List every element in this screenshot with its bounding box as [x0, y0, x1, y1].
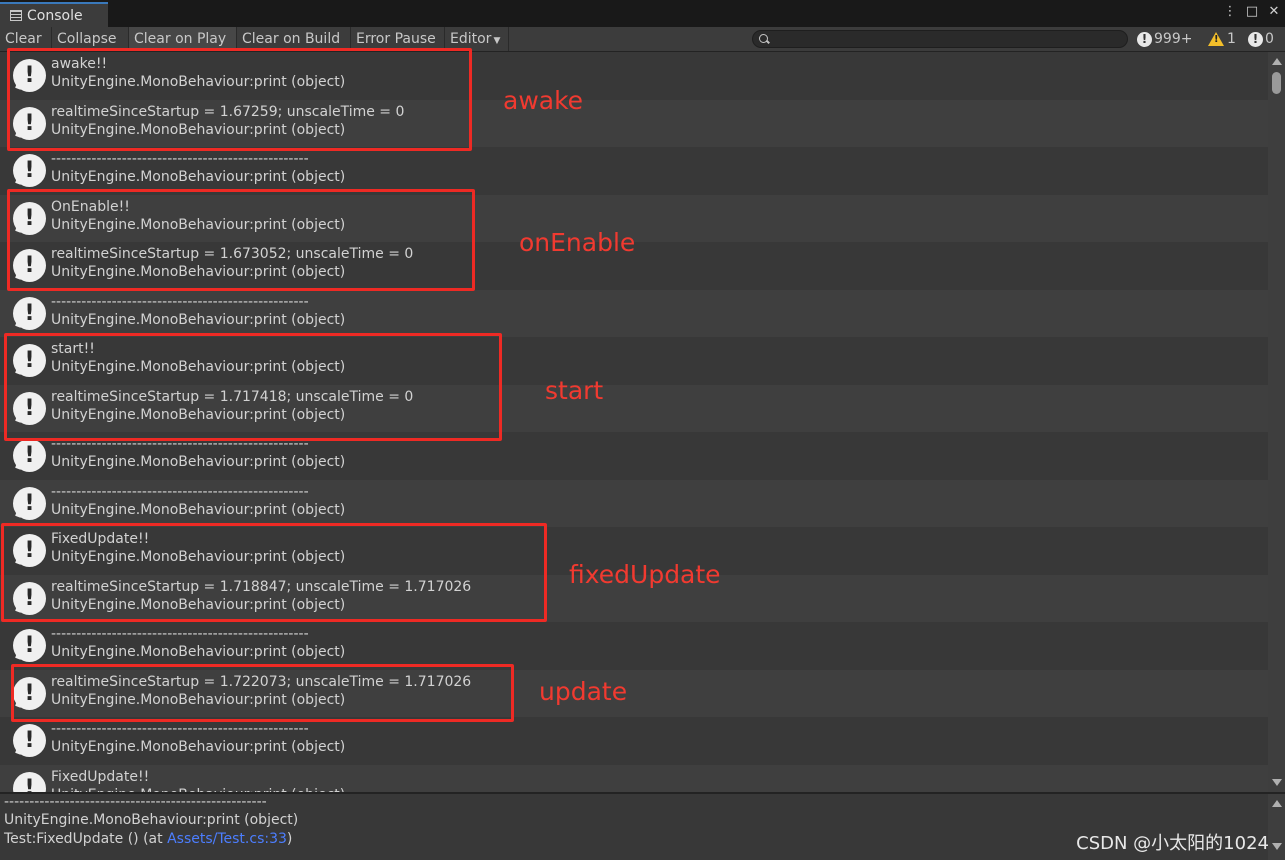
- detail-line-3-prefix: Test:FixedUpdate () (at: [4, 831, 168, 847]
- log-entry-source: UnityEngine.MonoBehaviour:print (object): [51, 501, 346, 518]
- info-count-toggle[interactable]: ! 999+: [1137, 27, 1192, 51]
- info-message-icon: !: [1137, 31, 1152, 47]
- log-entry-message: ----------------------------------------…: [51, 626, 309, 642]
- annotation-box-fixedupdate: [1, 523, 547, 622]
- info-message-icon: !: [13, 439, 46, 472]
- detail-line-1: ----------------------------------------…: [4, 794, 267, 810]
- log-entry[interactable]: ! ---------------------------------------…: [0, 289, 1268, 337]
- window-controls: ⋮ □ ✕: [1223, 4, 1281, 20]
- warning-icon: [1208, 32, 1224, 46]
- annotation-box-awake: [7, 48, 472, 151]
- close-icon[interactable]: ✕: [1267, 4, 1281, 20]
- info-message-icon: !: [13, 296, 46, 330]
- log-list-scrollbar[interactable]: [1268, 52, 1285, 792]
- scroll-up-icon[interactable]: [1272, 58, 1282, 65]
- annotation-label-onenable: onEnable: [519, 228, 636, 257]
- tab-console[interactable]: Console: [0, 2, 108, 27]
- error-icon: !: [1248, 31, 1263, 47]
- annotation-label-fixedupdate: fixedUpdate: [569, 560, 721, 589]
- info-message-icon: !: [13, 486, 46, 520]
- warning-count-toggle[interactable]: 1: [1208, 27, 1236, 51]
- detail-line-2: UnityEngine.MonoBehaviour:print (object): [4, 812, 299, 828]
- log-entry[interactable]: ! ---------------------------------------…: [0, 147, 1268, 195]
- info-message-icon: !: [13, 629, 46, 662]
- log-entry-source: UnityEngine.MonoBehaviour:print (object): [51, 739, 346, 755]
- info-message-icon: !: [13, 771, 46, 792]
- maximize-icon[interactable]: □: [1245, 4, 1259, 20]
- detail-scrollbar[interactable]: [1268, 794, 1285, 860]
- annotation-label-awake: awake: [503, 86, 584, 115]
- info-message-icon: !: [13, 724, 46, 757]
- tab-console-label: Console: [27, 7, 83, 24]
- scrollbar-thumb[interactable]: [1272, 72, 1281, 94]
- log-entry-message: ----------------------------------------…: [51, 721, 309, 737]
- search-icon: [759, 34, 768, 43]
- detail-line-3-suffix: ): [286, 831, 293, 847]
- annotation-box-start: [4, 333, 502, 441]
- error-count-toggle[interactable]: ! 0: [1248, 27, 1274, 51]
- log-entry-message: FixedUpdate!!: [51, 768, 150, 785]
- log-entry[interactable]: ! ---------------------------------------…: [0, 622, 1268, 670]
- log-entry-message: ----------------------------------------…: [51, 293, 309, 310]
- log-entry-message: ----------------------------------------…: [51, 151, 309, 167]
- log-entry-source: UnityEngine.MonoBehaviour:print (object): [51, 311, 346, 328]
- log-entry-message: ----------------------------------------…: [51, 483, 309, 500]
- warning-count: 1: [1227, 31, 1236, 47]
- source-file-link[interactable]: Assets/Test.cs:33: [167, 831, 287, 847]
- log-entry[interactable]: !FixedUpdate!!UnityEngine.MonoBehaviour:…: [0, 764, 1268, 792]
- watermark: CSDN @小太阳的1024: [1076, 833, 1269, 854]
- error-count: 0: [1265, 31, 1274, 47]
- annotation-box-onenable: [7, 189, 475, 291]
- console-icon: [10, 10, 22, 21]
- detail-scroll-up-icon[interactable]: [1272, 800, 1282, 807]
- info-count: 999+: [1154, 31, 1193, 47]
- info-message-icon: !: [13, 154, 46, 187]
- log-entry-source: UnityEngine.MonoBehaviour:print (object): [51, 169, 346, 185]
- scroll-down-icon[interactable]: [1272, 779, 1282, 786]
- annotation-box-update: [11, 664, 514, 722]
- annotation-label-update: update: [539, 677, 628, 706]
- log-entry-source: UnityEngine.MonoBehaviour:print (object): [51, 454, 346, 470]
- more-options-icon[interactable]: ⋮: [1223, 4, 1237, 20]
- annotation-label-start: start: [545, 376, 604, 405]
- log-entry-source: UnityEngine.MonoBehaviour:print (object): [51, 644, 346, 660]
- search-input[interactable]: [752, 30, 1128, 48]
- log-entry[interactable]: ! ---------------------------------------…: [0, 717, 1268, 765]
- detail-scroll-down-icon[interactable]: [1272, 843, 1282, 850]
- editor-dropdown-label: Editor: [450, 31, 492, 47]
- log-entry[interactable]: ! ---------------------------------------…: [0, 479, 1268, 527]
- tab-bar: Console ⋮ □ ✕: [0, 0, 1285, 27]
- chevron-down-icon: ▼: [493, 36, 501, 46]
- detail-line-3: Test:FixedUpdate () (at Assets/Test.cs:3…: [4, 831, 292, 847]
